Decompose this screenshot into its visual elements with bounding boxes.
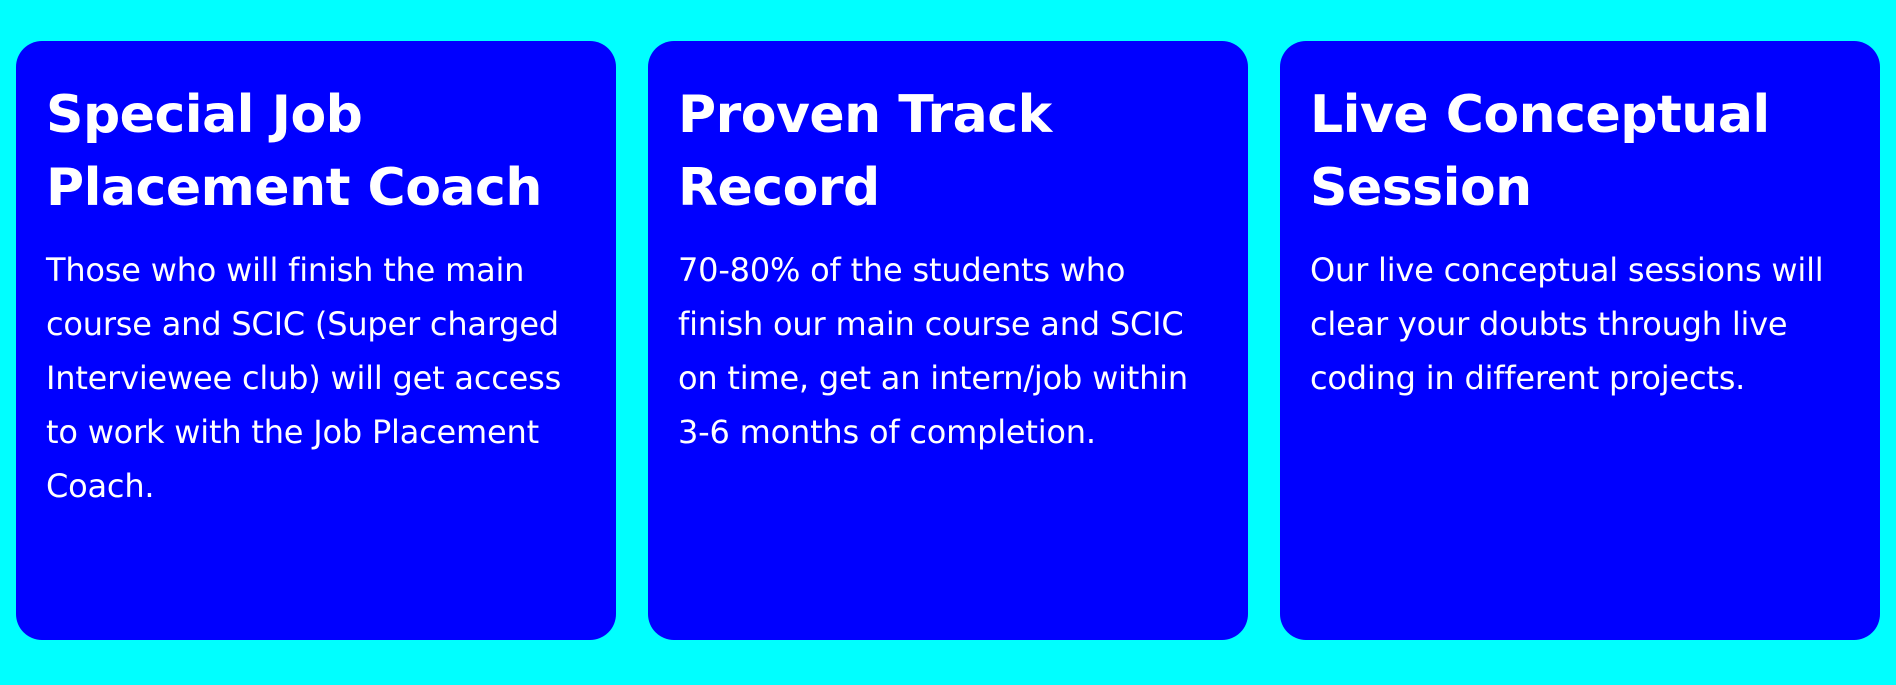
card-description: Those who will finish the main course an… <box>46 251 562 505</box>
card-live-conceptual-session: Live Conceptual Session Our live concept… <box>1280 41 1880 640</box>
card-title: Proven Track Record <box>678 85 1052 218</box>
card-special-job-placement-coach: Special Job Placement Coach Those who wi… <box>16 41 616 640</box>
card-proven-track-record: Proven Track Record 70-80% of the studen… <box>648 41 1248 640</box>
feature-cards: Special Job Placement Coach Those who wi… <box>16 41 1880 640</box>
card-description: 70-80% of the students who finish our ma… <box>678 251 1188 451</box>
card-description: Our live conceptual sessions will clear … <box>1310 251 1824 397</box>
card-title: Special Job Placement Coach <box>46 85 542 218</box>
card-title: Live Conceptual Session <box>1310 85 1770 218</box>
